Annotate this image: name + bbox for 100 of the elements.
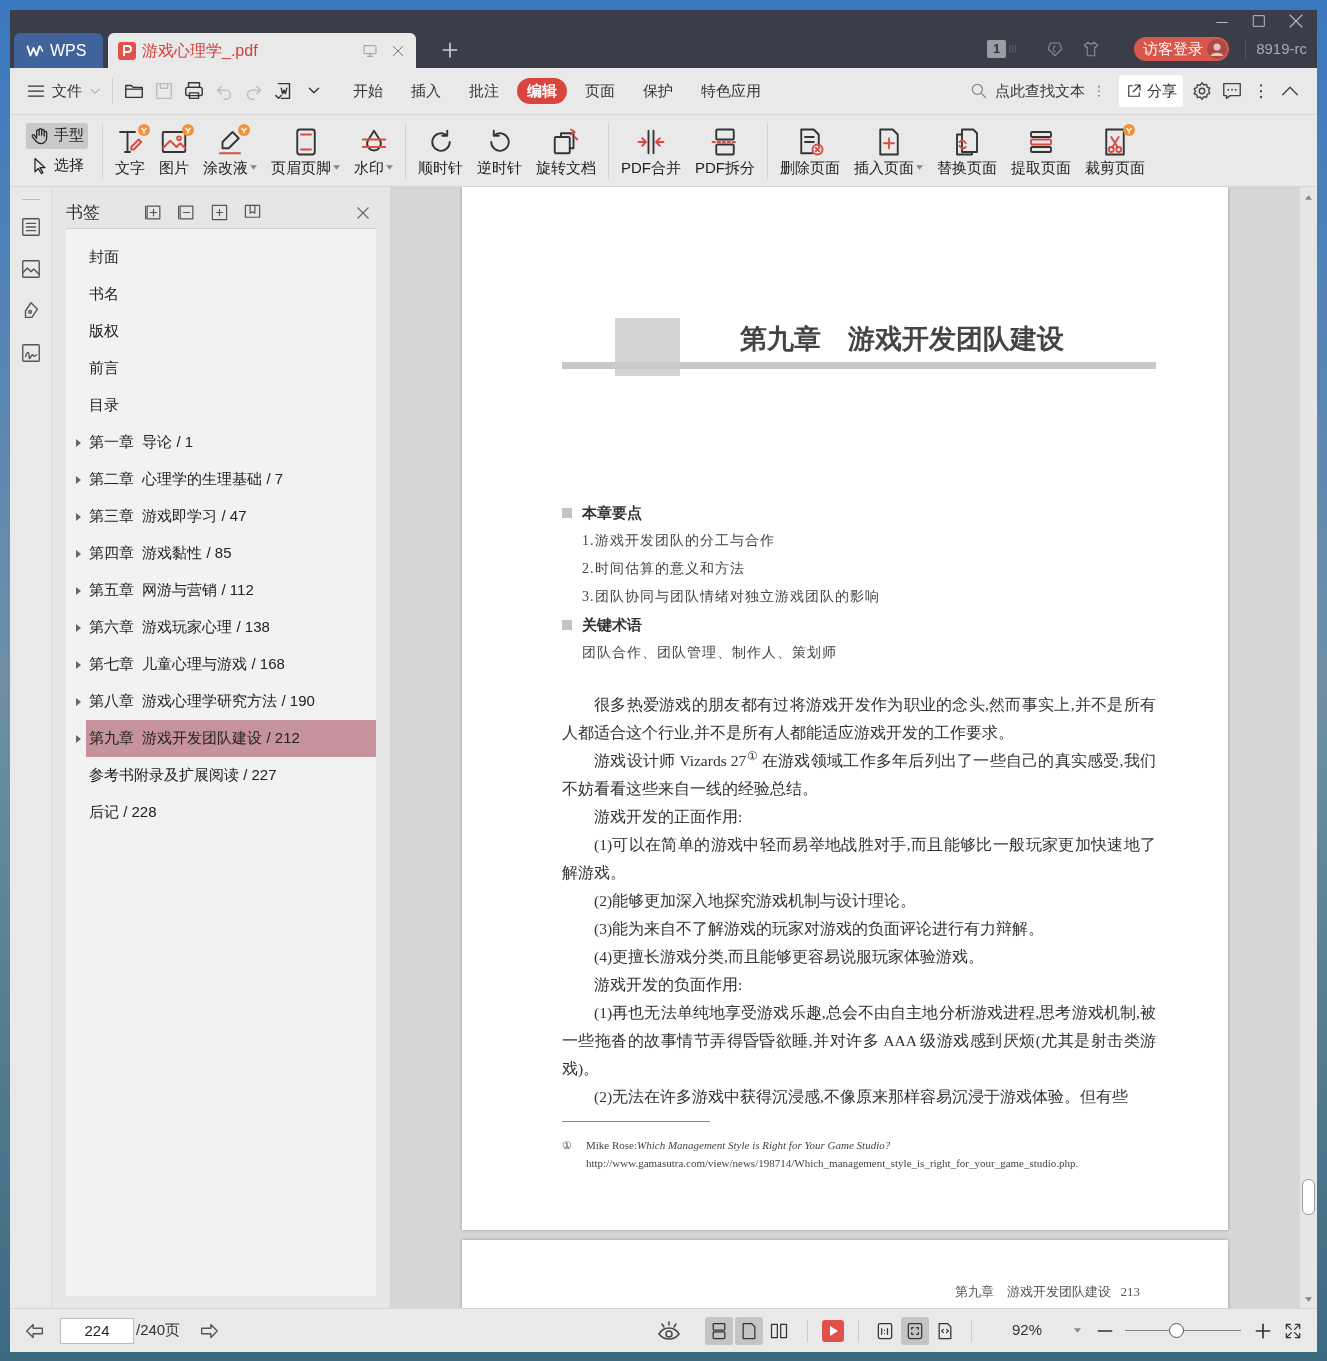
toolbar-button[interactable]: 替换页面: [931, 119, 1003, 182]
toolbar-button[interactable]: 旋转文档: [530, 119, 602, 182]
login-button[interactable]: 访客登录: [1134, 37, 1230, 61]
ribbon-tab[interactable]: 保护: [633, 78, 683, 104]
zoom-percent[interactable]: 92%: [1011, 1319, 1042, 1342]
ribbon-tab[interactable]: 插入: [401, 78, 451, 104]
maximize-icon[interactable]: [1251, 13, 1267, 29]
mode-button[interactable]: 手型: [26, 122, 88, 149]
chat-icon[interactable]: [1221, 80, 1243, 102]
account-name[interactable]: 8919-rc: [1256, 37, 1307, 61]
tab[interactable]: WPS: [14, 33, 103, 68]
bookmark-item[interactable]: 书名: [86, 276, 376, 313]
zoom-slider[interactable]: [1125, 1322, 1241, 1339]
bookmark-item[interactable]: 第三章 游戏即学习 / 47: [86, 498, 376, 535]
toolbar-button[interactable]: 文字: [109, 119, 151, 182]
close-icon[interactable]: [1287, 12, 1305, 30]
footnote-mark: ①: [562, 1138, 573, 1153]
body-paragraph: 游戏设计师 Vizards 27$^{①}$ 在游戏领域工作多年后列出了一些自己的真实感受,我们不妨看看这些来自一线的经验总结。: [562, 749, 1156, 799]
tab[interactable]: 游戏心理学_.pdf: [108, 33, 416, 68]
ribbon-tab[interactable]: 特色应用: [691, 78, 771, 104]
add-sub-bookmark-icon[interactable]: [210, 203, 229, 222]
bookmark-item[interactable]: 第一章 导论 / 1: [86, 424, 376, 461]
scroll-up-arrow-icon[interactable]: [1305, 195, 1312, 200]
bookmark-item[interactable]: 第六章 游戏玩家心理 / 138: [86, 609, 376, 646]
toolbar-button[interactable]: 页眉页脚: [265, 119, 346, 182]
bookmark-label: 第五章 网游与营销 / 112: [89, 580, 254, 601]
fit-page-button[interactable]: [900, 1316, 929, 1345]
toolbar-button[interactable]: 删除页面: [774, 119, 846, 182]
panel-title: 书签: [66, 201, 100, 224]
bullet-square: [562, 508, 572, 518]
expand-arrow-icon[interactable]: [76, 734, 81, 743]
scrollbar[interactable]: [1300, 187, 1317, 1308]
bookmark-item[interactable]: 第二章 心理学的生理基础 / 7: [86, 461, 376, 498]
page-number-field[interactable]: 224: [60, 1317, 134, 1344]
ribbon-tab[interactable]: 编辑: [517, 78, 567, 104]
bookmark-item[interactable]: 封面: [86, 239, 376, 276]
section-heading: 本章要点: [582, 503, 642, 523]
bookmark-item[interactable]: 目录: [86, 387, 376, 424]
bookmark-label: 第八章 游戏心理学研究方法 / 190: [89, 691, 315, 712]
section-heading: 关键术语: [582, 615, 642, 635]
window-count[interactable]: 1: [986, 40, 1007, 58]
toolbar-button[interactable]: 裁剪页面: [1079, 119, 1151, 182]
bookmark-label: 第四章 游戏黏性 / 85: [89, 543, 232, 564]
list-icon[interactable]: [19, 216, 42, 238]
scroll-down-arrow-icon[interactable]: [1305, 1297, 1312, 1302]
plus-icon[interactable]: [440, 40, 460, 60]
ribbon-tab[interactable]: 开始: [343, 78, 393, 104]
bookmark-label: 第二章 心理学的生理基础 / 7: [89, 469, 284, 490]
eye-icon[interactable]: [656, 1318, 681, 1343]
single-page-button[interactable]: [734, 1316, 763, 1345]
shirt-icon[interactable]: [1082, 40, 1101, 58]
toolbar-button[interactable]: 逆时针: [471, 119, 528, 182]
bookmark-label: 版权: [89, 321, 119, 342]
expand-arrow-icon[interactable]: [76, 697, 81, 706]
signature-icon[interactable]: [19, 342, 42, 364]
list-line: 团队合作、团队管理、制作人、策划师: [581, 644, 838, 662]
expand-arrow-icon[interactable]: [76, 623, 81, 632]
search-field[interactable]: 点此查找文本: [965, 75, 1091, 107]
image-icon[interactable]: [19, 258, 42, 280]
share-icon: [1125, 82, 1143, 100]
ribbon-tab[interactable]: 页面: [575, 78, 625, 104]
share-button[interactable]: 分享: [1119, 75, 1183, 107]
expand-arrow-icon[interactable]: [76, 660, 81, 669]
toolbar-button[interactable]: PDF合并: [615, 119, 687, 182]
bookmark-item[interactable]: 第八章 游戏心理学研究方法 / 190: [86, 683, 376, 720]
expand-arrow-icon[interactable]: [76, 586, 81, 595]
dropdown-caret-icon[interactable]: [1074, 1328, 1081, 1333]
continuous-pages-button[interactable]: [704, 1316, 733, 1345]
remove-bookmark-icon[interactable]: [177, 203, 196, 222]
toolbar-button[interactable]: 顺时针: [412, 119, 469, 182]
bookmark-label: 后记 / 228: [89, 802, 157, 823]
bookmark-label: 第一章 导论 / 1: [89, 432, 194, 453]
play-icon[interactable]: [821, 1319, 844, 1342]
toolbar-button[interactable]: 插入页面: [848, 119, 929, 182]
toolbar-button[interactable]: 提取页面: [1005, 119, 1077, 182]
bookmark-item[interactable]: 前言: [86, 350, 376, 387]
bookmark-item[interactable]: 第五章 网游与营销 / 112: [86, 572, 376, 609]
mode-button[interactable]: 选择: [26, 152, 88, 179]
zoom-slider-thumb[interactable]: [1169, 1322, 1185, 1338]
scrollbar-thumb[interactable]: [1302, 1179, 1315, 1215]
ribbon-tab[interactable]: 批注: [459, 78, 509, 104]
bookmark-item[interactable]: 第四章 游戏黏性 / 85: [86, 535, 376, 572]
bookmark-item[interactable]: 后记 / 228: [86, 794, 376, 831]
toolbar-button[interactable]: PDF拆分: [689, 119, 761, 182]
toolbar-button[interactable]: 图片: [153, 119, 195, 182]
expand-arrow-icon[interactable]: [76, 549, 81, 558]
toolbar-button[interactable]: 涂改液: [197, 119, 263, 182]
bookmark-item[interactable]: 第七章 儿童心理与游戏 / 168: [86, 646, 376, 683]
expand-arrow-icon[interactable]: [76, 475, 81, 484]
skin-icon[interactable]: [1046, 40, 1065, 58]
file-menu[interactable]: 文件: [26, 79, 102, 103]
bookmark-item[interactable]: 版权: [86, 313, 376, 350]
expand-arrow-icon[interactable]: [76, 512, 81, 521]
bookmark-item[interactable]: 参考书附录及扩展阅读 / 227: [86, 757, 376, 794]
printer-icon[interactable]: [183, 80, 205, 102]
settings-icon[interactable]: [1191, 80, 1213, 102]
expand-arrow-icon[interactable]: [76, 438, 81, 447]
bookmark-label: 第九章 游戏开发团队建设 / 212: [89, 728, 300, 749]
toolbar-button[interactable]: 水印: [348, 119, 399, 182]
add-bookmark-icon[interactable]: [144, 203, 163, 222]
